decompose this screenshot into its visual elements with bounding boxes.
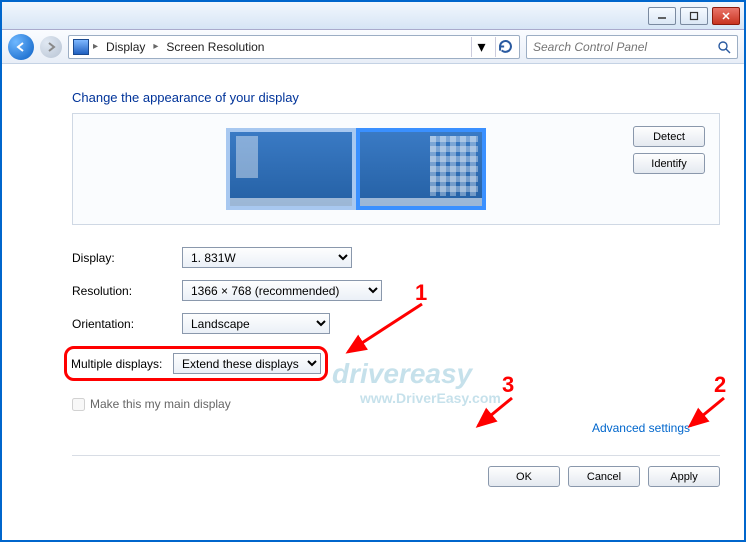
make-main-display-checkbox[interactable]: [72, 398, 85, 411]
back-button[interactable]: [8, 34, 34, 60]
make-main-display-row: Make this my main display: [72, 397, 720, 411]
resolution-select[interactable]: 1366 × 768 (recommended): [182, 280, 382, 301]
window-titlebar: [2, 2, 744, 30]
monitor-preview[interactable]: 2 1: [83, 124, 629, 214]
content-area: Change the appearance of your display 2 …: [2, 64, 744, 487]
orientation-select[interactable]: Landscape: [182, 313, 330, 334]
address-dropdown[interactable]: ▾: [471, 37, 491, 57]
crumb-sep-icon: ▸: [93, 41, 98, 52]
apply-button[interactable]: Apply: [648, 466, 720, 487]
monitor-2-desktop: [230, 132, 352, 206]
monitor-2-taskbar: [230, 198, 352, 206]
control-panel-icon: [73, 39, 89, 55]
dialog-button-bar: OK Cancel Apply: [72, 455, 720, 487]
resolution-label: Resolution:: [72, 284, 182, 298]
search-input[interactable]: [533, 40, 717, 54]
monitor-1[interactable]: 1: [356, 128, 486, 210]
make-main-display-label: Make this my main display: [90, 397, 231, 411]
detect-button[interactable]: Detect: [633, 126, 705, 147]
page-heading: Change the appearance of your display: [72, 90, 720, 105]
breadcrumb-screen-resolution[interactable]: Screen Resolution: [162, 40, 268, 54]
display-label: Display:: [72, 251, 182, 265]
display-select[interactable]: 1. 831W: [182, 247, 352, 268]
multiple-displays-select[interactable]: Extend these displays: [173, 353, 321, 374]
close-button[interactable]: [712, 7, 740, 25]
minimize-button[interactable]: [648, 7, 676, 25]
ok-button[interactable]: OK: [488, 466, 560, 487]
advanced-settings-link[interactable]: Advanced settings: [592, 421, 690, 435]
search-box[interactable]: [526, 35, 738, 59]
multiple-displays-highlight: Multiple displays: Extend these displays: [64, 346, 328, 381]
navbar: ▸ Display ▸ Screen Resolution ▾: [2, 30, 744, 64]
search-icon[interactable]: [717, 40, 731, 54]
multiple-displays-label: Multiple displays:: [71, 357, 173, 371]
cancel-button[interactable]: Cancel: [568, 466, 640, 487]
monitor-1-desktop: [360, 132, 482, 206]
refresh-button[interactable]: [495, 37, 515, 57]
orientation-label: Orientation:: [72, 317, 182, 331]
breadcrumb-display[interactable]: Display: [102, 40, 149, 54]
maximize-button[interactable]: [680, 7, 708, 25]
address-bar[interactable]: ▸ Display ▸ Screen Resolution ▾: [68, 35, 520, 59]
monitor-2[interactable]: 2: [226, 128, 356, 210]
identify-button[interactable]: Identify: [633, 153, 705, 174]
display-arrangement-area: 2 1 Detect Identify: [72, 113, 720, 225]
crumb-sep-icon: ▸: [153, 41, 158, 52]
forward-button[interactable]: [40, 36, 62, 58]
monitor-1-taskbar: [360, 198, 482, 206]
